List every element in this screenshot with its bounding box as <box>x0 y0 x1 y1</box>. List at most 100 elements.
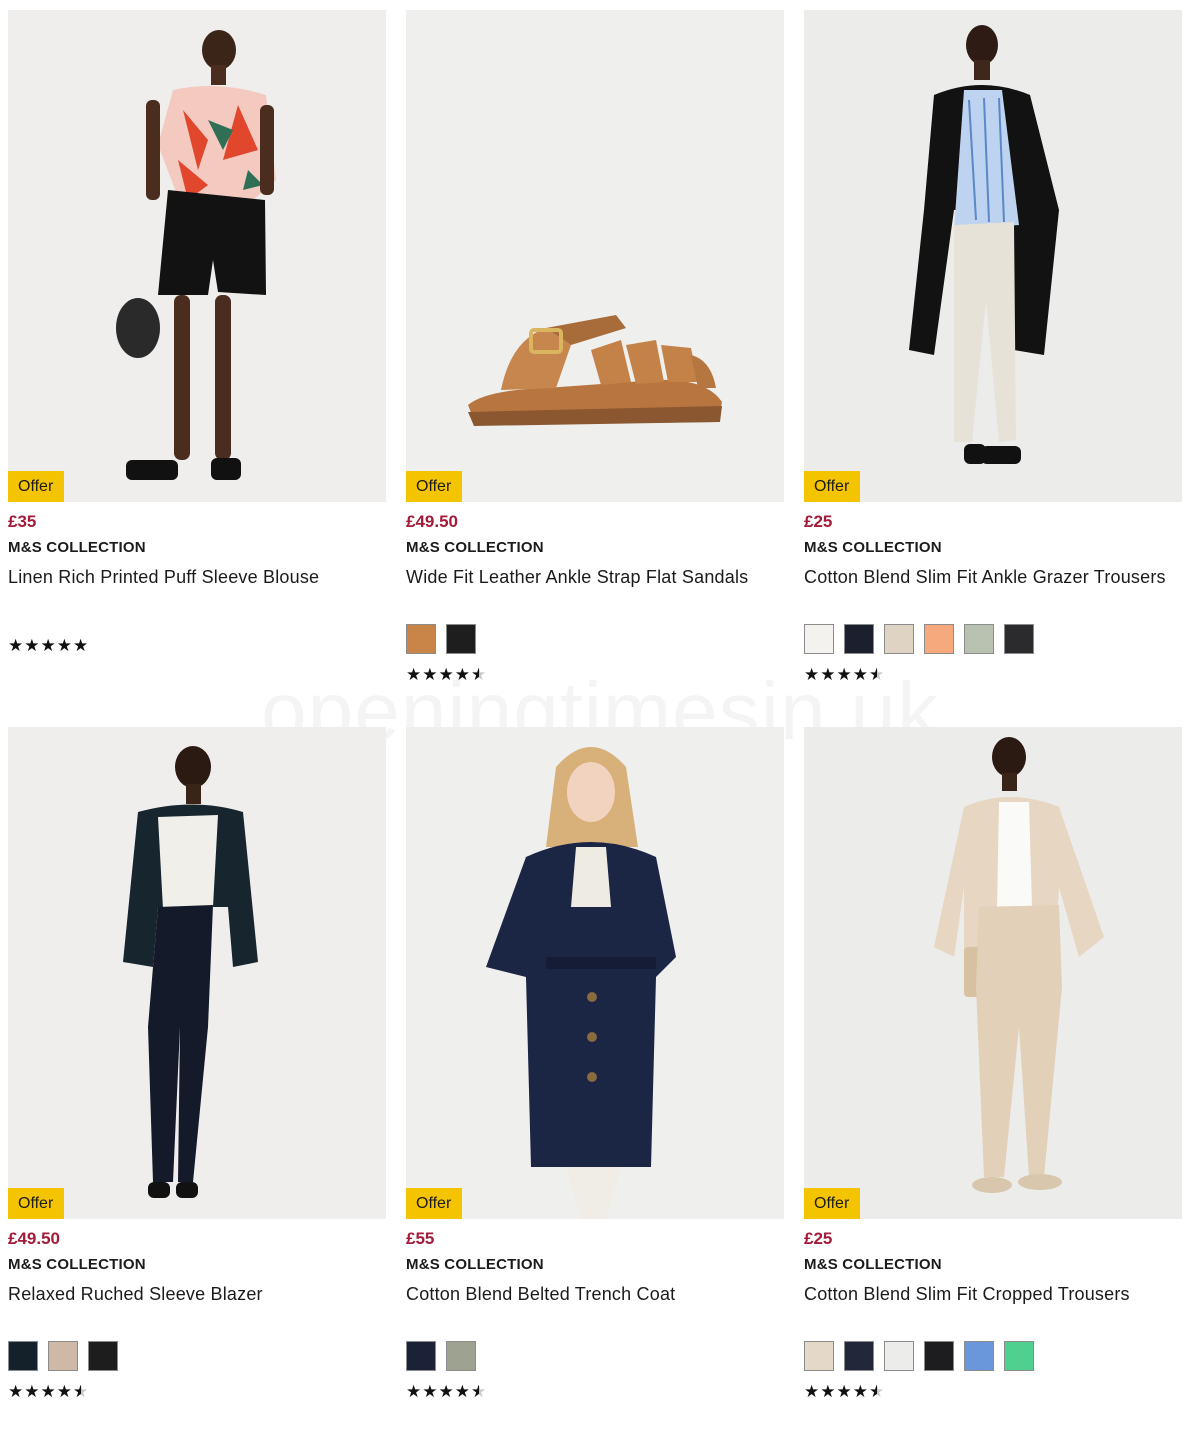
offer-badge: Offer <box>8 1188 65 1219</box>
colour-swatches <box>8 1341 118 1371</box>
star-rating: ★ ★ ★ ★ ★ <box>406 666 486 683</box>
star-icon: ★ <box>24 1382 40 1401</box>
product-brand: M&S COLLECTION <box>804 1256 942 1273</box>
product-image[interactable]: Offer <box>8 10 386 502</box>
product-price: £49.50 <box>406 512 458 531</box>
star-icon: ★ <box>852 665 868 684</box>
colour-swatch[interactable] <box>884 624 914 654</box>
product-price: £25 <box>804 512 833 531</box>
product-image[interactable]: Offer <box>804 10 1182 502</box>
star-icon: ★ <box>73 636 89 655</box>
colour-swatch[interactable] <box>8 1341 38 1371</box>
star-icon: ★ <box>804 1382 820 1401</box>
product-card[interactable]: Offer £49.50 M&S COLLECTION Wide Fit Lea… <box>406 10 784 727</box>
star-icon: ★ <box>40 1382 56 1401</box>
product-price: £25 <box>804 1229 833 1248</box>
product-brand: M&S COLLECTION <box>8 1256 146 1273</box>
product-card[interactable]: Offer £49.50 M&S COLLECTION Relaxed Ruch… <box>8 727 386 1444</box>
product-image[interactable]: Offer <box>804 727 1182 1219</box>
offer-badge: Offer <box>406 1188 463 1219</box>
model-figure <box>123 746 258 1198</box>
colour-swatch[interactable] <box>446 1341 476 1371</box>
product-card[interactable]: Offer £55 M&S COLLECTION Cotton Blend Be… <box>406 727 784 1444</box>
colour-swatch[interactable] <box>924 1341 954 1371</box>
product-price: £35 <box>8 512 37 531</box>
colour-swatches <box>406 624 476 654</box>
star-rating: ★ ★ ★ ★ ★ <box>406 1383 486 1400</box>
star-rating: ★ ★ ★ ★ ★ <box>804 1383 884 1400</box>
star-icon: ★ <box>56 636 72 655</box>
model-figure <box>486 747 676 1219</box>
star-icon: ★ <box>40 636 56 655</box>
product-image[interactable]: Offer <box>406 10 784 502</box>
product-grid: Offer £35 M&S COLLECTION Linen Rich Prin… <box>8 10 1182 1444</box>
star-icon: ★ <box>422 1382 438 1401</box>
colour-swatch[interactable] <box>1004 1341 1034 1371</box>
star-icon: ★ <box>454 665 470 684</box>
product-name[interactable]: Cotton Blend Slim Fit Ankle Grazer Trous… <box>804 563 1174 591</box>
star-icon: ★ <box>852 1382 868 1401</box>
colour-swatch[interactable] <box>964 624 994 654</box>
product-card[interactable]: Offer £25 M&S COLLECTION Cotton Blend Sl… <box>804 10 1182 727</box>
star-rating: ★ ★ ★ ★ ★ <box>8 1383 88 1400</box>
colour-swatch[interactable] <box>88 1341 118 1371</box>
colour-swatch[interactable] <box>406 1341 436 1371</box>
star-icon: ★ <box>56 1382 72 1401</box>
product-card[interactable]: Offer £35 M&S COLLECTION Linen Rich Prin… <box>8 10 386 727</box>
star-icon: ★ <box>422 665 438 684</box>
product-price: £55 <box>406 1229 435 1248</box>
star-icon: ★ <box>438 1382 454 1401</box>
star-icon: ★ <box>406 1382 422 1401</box>
star-icon: ★ <box>406 665 422 684</box>
product-name[interactable]: Cotton Blend Belted Trench Coat <box>406 1280 776 1308</box>
colour-swatch[interactable] <box>884 1341 914 1371</box>
colour-swatch[interactable] <box>804 1341 834 1371</box>
star-icon: ★ <box>836 1382 852 1401</box>
colour-swatch[interactable] <box>924 624 954 654</box>
model-figure <box>934 737 1104 1193</box>
star-icon: ★ <box>820 1382 836 1401</box>
product-name[interactable]: Linen Rich Printed Puff Sleeve Blouse <box>8 563 378 591</box>
star-rating: ★ ★ ★ ★ ★ <box>804 666 884 683</box>
product-image[interactable]: Offer <box>406 727 784 1219</box>
colour-swatch[interactable] <box>964 1341 994 1371</box>
star-icon: ★ <box>820 665 836 684</box>
star-icon: ★ <box>471 1382 487 1401</box>
product-image[interactable]: Offer <box>8 727 386 1219</box>
star-icon: ★ <box>454 1382 470 1401</box>
colour-swatch[interactable] <box>1004 624 1034 654</box>
star-icon: ★ <box>836 665 852 684</box>
colour-swatch[interactable] <box>844 1341 874 1371</box>
star-icon: ★ <box>869 665 885 684</box>
star-icon: ★ <box>804 665 820 684</box>
model-figure <box>909 25 1059 464</box>
product-brand: M&S COLLECTION <box>406 539 544 556</box>
product-brand: M&S COLLECTION <box>406 1256 544 1273</box>
star-icon: ★ <box>438 665 454 684</box>
colour-swatches <box>804 1341 1034 1371</box>
colour-swatch[interactable] <box>804 624 834 654</box>
product-brand: M&S COLLECTION <box>8 539 146 556</box>
star-icon: ★ <box>24 636 40 655</box>
product-name[interactable]: Relaxed Ruched Sleeve Blazer <box>8 1280 378 1308</box>
colour-swatch[interactable] <box>406 624 436 654</box>
colour-swatch[interactable] <box>446 624 476 654</box>
product-name[interactable]: Cotton Blend Slim Fit Cropped Trousers <box>804 1280 1174 1308</box>
offer-badge: Offer <box>8 471 65 502</box>
colour-swatch[interactable] <box>48 1341 78 1371</box>
product-card[interactable]: Offer £25 M&S COLLECTION Cotton Blend Sl… <box>804 727 1182 1444</box>
star-icon: ★ <box>8 636 24 655</box>
product-name[interactable]: Wide Fit Leather Ankle Strap Flat Sandal… <box>406 563 776 591</box>
colour-swatches <box>804 624 1034 654</box>
product-brand: M&S COLLECTION <box>804 539 942 556</box>
product-price: £49.50 <box>8 1229 60 1248</box>
offer-badge: Offer <box>804 1188 861 1219</box>
colour-swatch[interactable] <box>844 624 874 654</box>
offer-badge: Offer <box>406 471 463 502</box>
model-figure <box>116 30 276 480</box>
offer-badge: Offer <box>804 471 861 502</box>
star-icon: ★ <box>869 1382 885 1401</box>
star-icon: ★ <box>8 1382 24 1401</box>
colour-swatches <box>406 1341 476 1371</box>
star-rating: ★ ★ ★ ★ ★ <box>8 637 88 654</box>
